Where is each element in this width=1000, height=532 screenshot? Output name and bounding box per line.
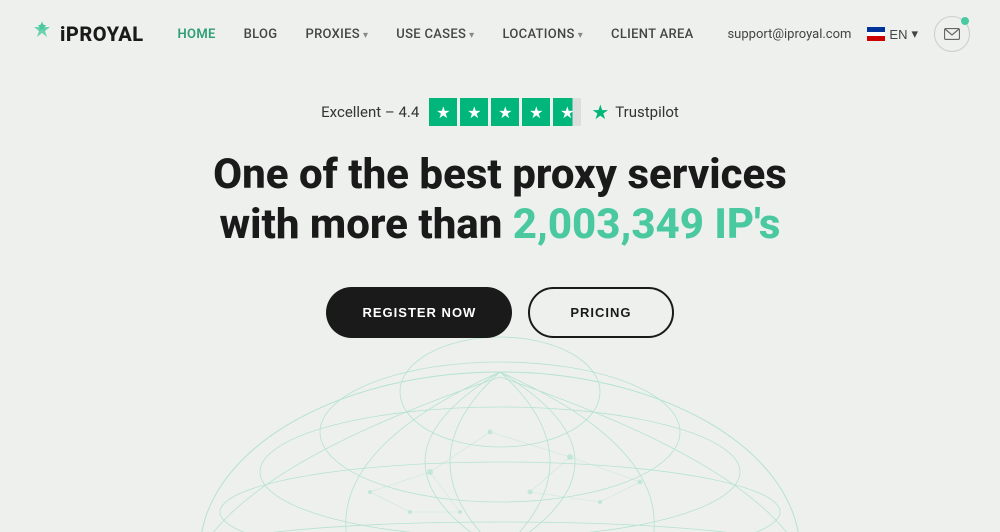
- trustpilot-logo-text: Trustpilot: [615, 103, 679, 121]
- logo-icon: [30, 19, 54, 49]
- trustpilot-stars: ★ ★ ★ ★ ★: [429, 98, 581, 126]
- trustpilot-row: Excellent – 4.4 ★ ★ ★ ★ ★ ★ Trustpilot: [321, 98, 679, 126]
- hero-title-line1: One of the best proxy services: [213, 150, 787, 199]
- star-3: ★: [491, 98, 519, 126]
- mail-icon: [944, 28, 960, 40]
- nav-blog[interactable]: BLOG: [244, 27, 278, 42]
- nav-locations[interactable]: LOCATIONS▾: [502, 27, 583, 42]
- star-2: ★: [460, 98, 488, 126]
- trustpilot-logo: ★ Trustpilot: [591, 100, 679, 124]
- trustpilot-star-icon: ★: [591, 100, 609, 124]
- language-selector[interactable]: EN ▾: [867, 26, 918, 42]
- trustpilot-rating-text: Excellent – 4.4: [321, 103, 419, 121]
- hero-section: Excellent – 4.4 ★ ★ ★ ★ ★ ★ Trustpilot O…: [0, 68, 1000, 368]
- register-now-button[interactable]: REGISTER NOW: [326, 287, 512, 338]
- logo-text: iPROYAL: [60, 22, 144, 46]
- mail-button[interactable]: [934, 16, 970, 52]
- nav-client-area[interactable]: CLIENT AREA: [611, 27, 694, 42]
- star-5-half: ★: [553, 98, 581, 126]
- support-email: support@iproyal.com: [727, 27, 851, 42]
- star-1: ★: [429, 98, 457, 126]
- header-right: support@iproyal.com EN ▾: [727, 16, 970, 52]
- pricing-button[interactable]: PRICING: [528, 287, 673, 338]
- flag-icon: [867, 27, 885, 41]
- main-nav: HOME BLOG PROXIES▾ USE CASES▾ LOCATIONS▾…: [178, 27, 694, 42]
- hero-title: One of the best proxy services with more…: [213, 150, 787, 251]
- header: iPROYAL HOME BLOG PROXIES▾ USE CASES▾ LO…: [0, 0, 1000, 68]
- star-4: ★: [522, 98, 550, 126]
- page-wrapper: iPROYAL HOME BLOG PROXIES▾ USE CASES▾ LO…: [0, 0, 1000, 532]
- hero-buttons: REGISTER NOW PRICING: [326, 287, 673, 338]
- nav-home[interactable]: HOME: [178, 27, 216, 42]
- hero-title-line2-prefix: with more than: [220, 200, 513, 249]
- nav-use-cases[interactable]: USE CASES▾: [396, 27, 474, 42]
- notification-dot: [961, 17, 969, 25]
- chevron-down-icon: ▾: [911, 26, 918, 42]
- nav-proxies[interactable]: PROXIES▾: [305, 27, 368, 42]
- logo[interactable]: iPROYAL: [30, 19, 144, 49]
- hero-ip-count: 2,003,349 IP's: [513, 200, 781, 249]
